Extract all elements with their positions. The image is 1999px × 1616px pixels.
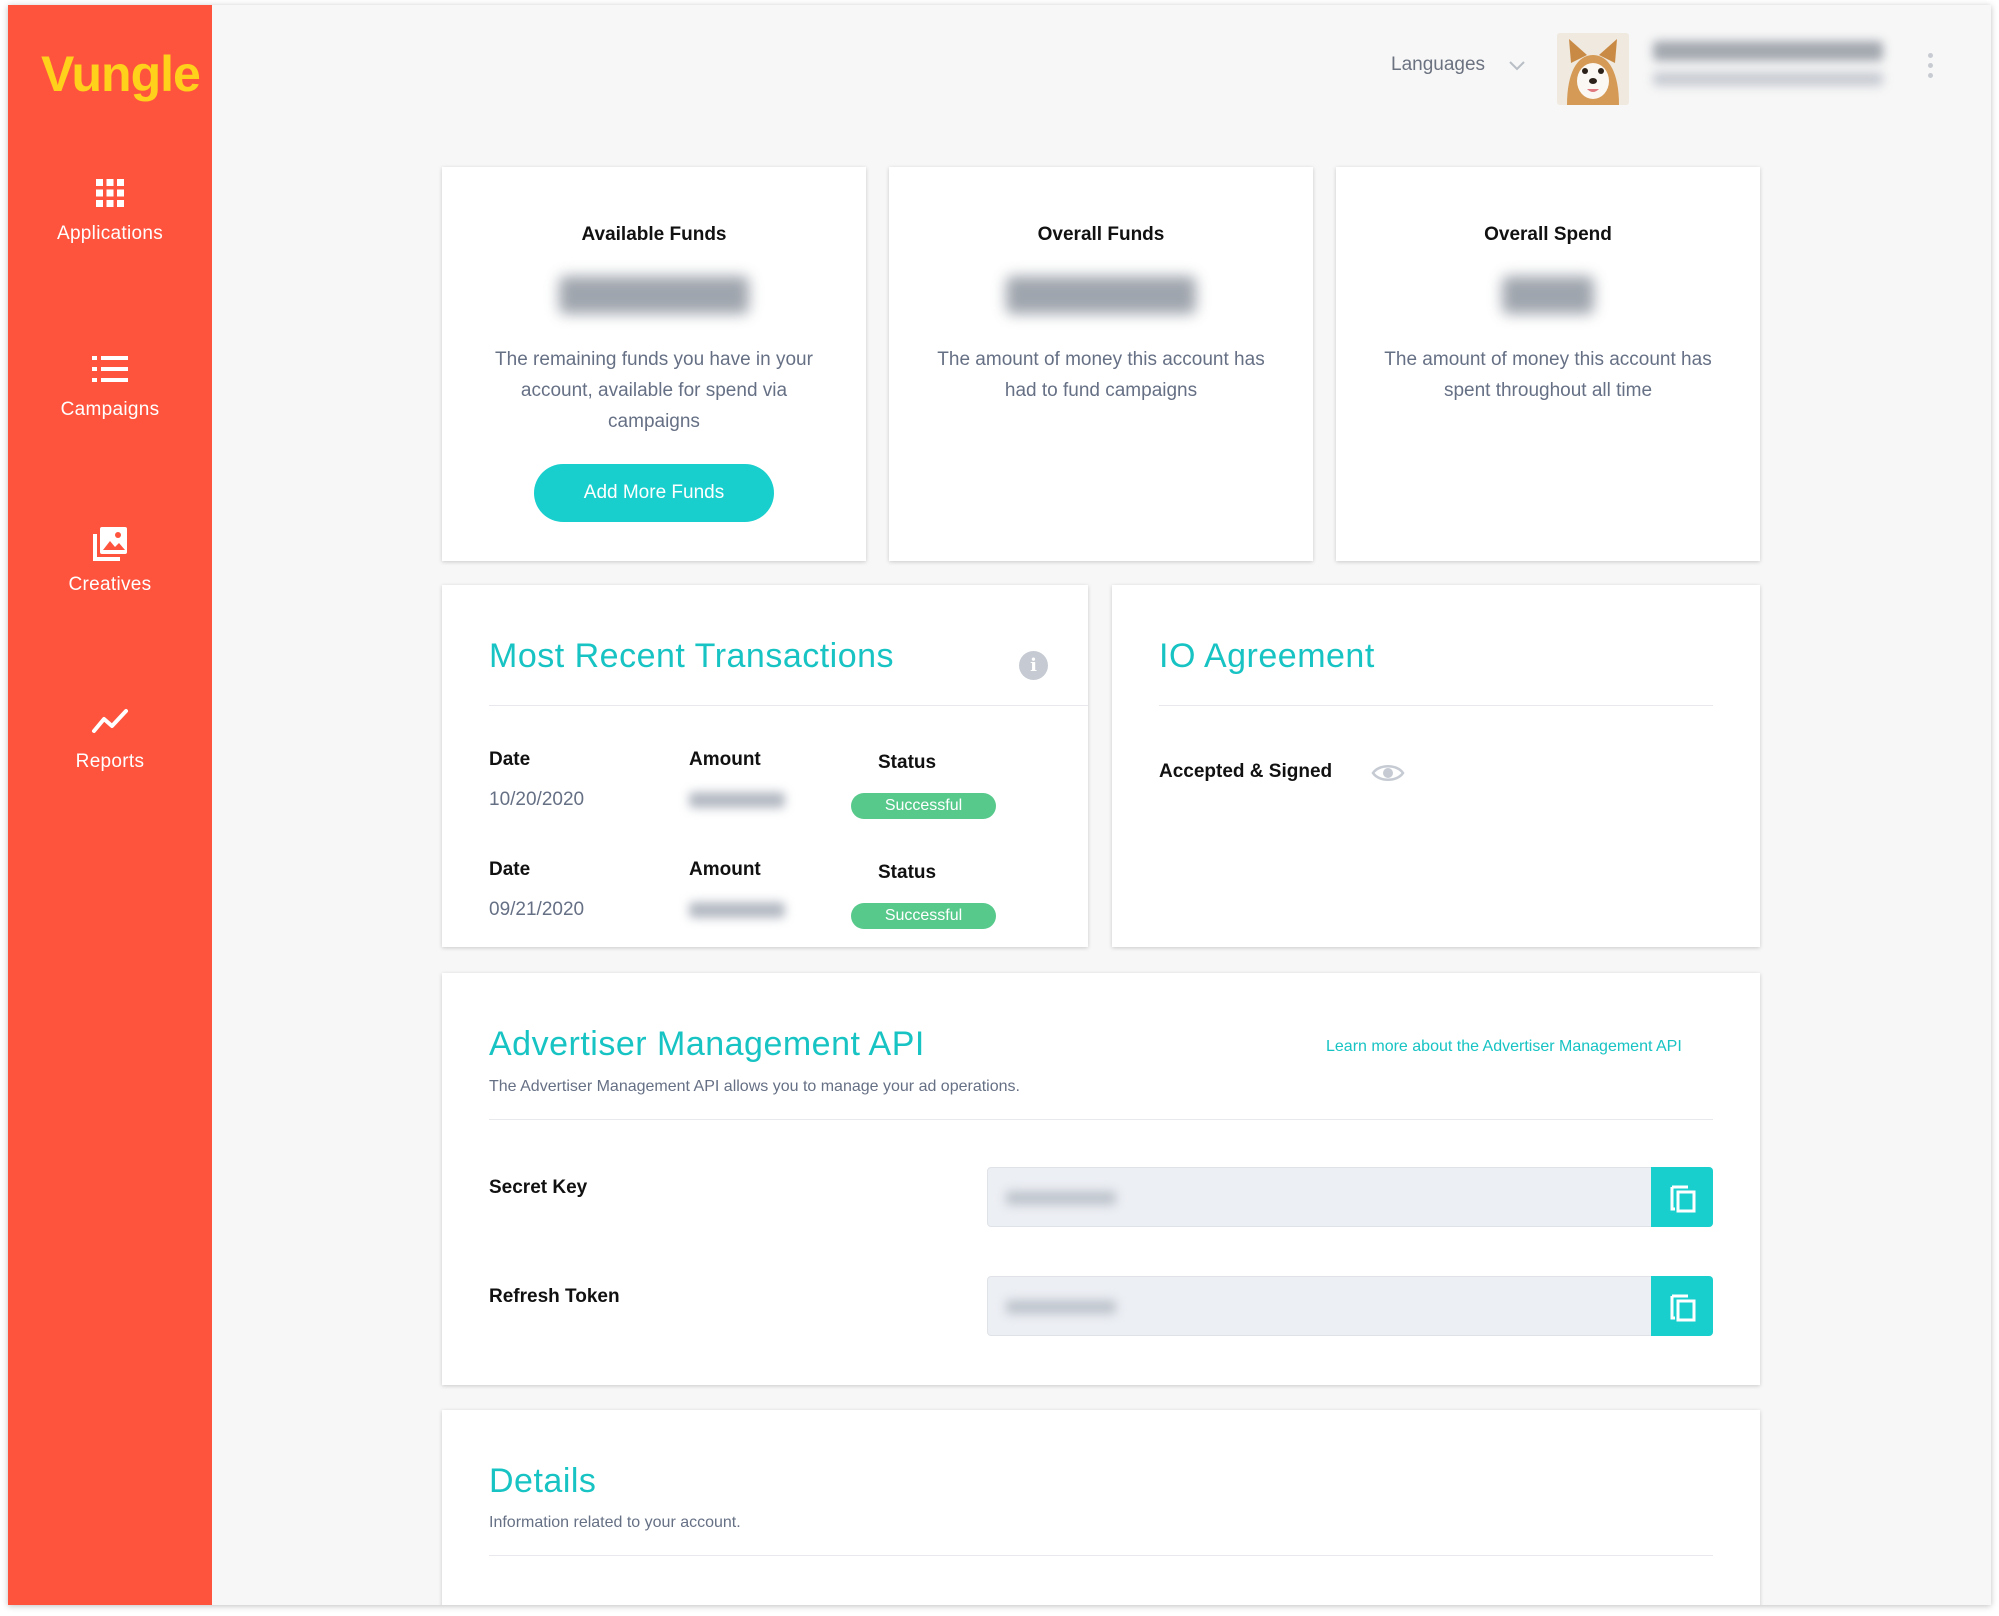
advertiser-api-card: Advertiser Management API The Advertiser… xyxy=(442,973,1760,1385)
details-title: Details xyxy=(489,1462,597,1500)
amount-redacted xyxy=(1502,276,1594,314)
trend-line-icon xyxy=(92,709,128,733)
overall-funds-card: Overall Funds The amount of money this a… xyxy=(889,167,1313,561)
info-icon[interactable]: i xyxy=(1019,651,1048,680)
dog-avatar-icon xyxy=(1557,33,1629,105)
status-header: Status xyxy=(878,862,937,883)
sidebar-item-campaigns[interactable]: Campaigns xyxy=(8,349,212,421)
avatar[interactable] xyxy=(1557,33,1629,105)
learn-more-api-link[interactable]: Learn more about the Advertiser Manageme… xyxy=(1326,1038,1682,1056)
transaction-date: 09/21/2020 xyxy=(489,899,585,920)
chevron-down-icon xyxy=(1509,61,1526,71)
api-title: Advertiser Management API xyxy=(489,1025,925,1063)
sidebar-item-applications[interactable]: Applications xyxy=(8,173,212,245)
image-stack-icon xyxy=(93,527,127,561)
sidebar-item-label: Applications xyxy=(56,223,164,244)
status-badge: Successful xyxy=(851,793,996,819)
status-header: Status xyxy=(878,752,937,773)
grid-icon xyxy=(96,179,124,207)
user-email-redacted xyxy=(1653,72,1883,86)
copy-refresh-token-button[interactable] xyxy=(1651,1276,1713,1336)
divider xyxy=(489,1119,1713,1120)
amount-redacted xyxy=(559,276,749,314)
agreement-status: Accepted & Signed xyxy=(1159,761,1333,782)
card-title: Overall Spend xyxy=(1484,224,1612,245)
sidebar-item-label: Reports xyxy=(75,751,145,772)
details-card: Details Information related to your acco… xyxy=(442,1410,1760,1605)
date-header: Date xyxy=(489,749,531,770)
api-subtitle: The Advertiser Management API allows you… xyxy=(489,1078,1020,1095)
io-agreement-title: IO Agreement xyxy=(1159,637,1375,675)
vungle-logo[interactable]: Vungle xyxy=(41,45,201,103)
languages-label: Languages xyxy=(1391,54,1486,75)
card-title: Overall Funds xyxy=(1037,224,1165,245)
amount-redacted xyxy=(1006,276,1196,314)
date-header: Date xyxy=(489,859,531,880)
sidebar-item-creatives[interactable]: Creatives xyxy=(8,524,212,596)
secret-key-label: Secret Key xyxy=(489,1177,588,1198)
sidebar: Vungle Applications Campaigns Creatives … xyxy=(8,5,212,1605)
transactions-card: Most Recent Transactions Date Amount Sta… xyxy=(442,585,1088,947)
amount-header: Amount xyxy=(689,859,761,880)
divider xyxy=(1159,705,1713,706)
eye-icon[interactable] xyxy=(1371,761,1405,785)
divider xyxy=(489,1555,1713,1556)
copy-icon xyxy=(1670,1294,1696,1322)
io-agreement-card: IO Agreement Accepted & Signed xyxy=(1112,585,1760,947)
app-window: Vungle Applications Campaigns Creatives … xyxy=(8,5,1991,1605)
refresh-token-field[interactable] xyxy=(987,1276,1713,1336)
list-icon xyxy=(92,356,128,382)
user-name-redacted xyxy=(1653,41,1883,61)
overall-spend-card: Overall Spend The amount of money this a… xyxy=(1336,167,1760,561)
more-menu-icon[interactable] xyxy=(1924,53,1936,81)
sidebar-item-reports[interactable]: Reports xyxy=(8,701,212,773)
refresh-token-label: Refresh Token xyxy=(489,1286,620,1307)
add-more-funds-button[interactable]: Add More Funds xyxy=(534,464,774,522)
available-funds-card: Available Funds The remaining funds you … xyxy=(442,167,866,561)
copy-secret-key-button[interactable] xyxy=(1651,1167,1713,1227)
amount-header: Amount xyxy=(689,749,761,770)
card-description: The amount of money this account has had… xyxy=(937,349,1265,401)
card-title: Available Funds xyxy=(581,224,727,245)
transaction-amount-redacted xyxy=(689,792,785,808)
transaction-date: 10/20/2020 xyxy=(489,789,585,810)
status-badge: Successful xyxy=(851,903,996,929)
copy-icon xyxy=(1670,1185,1696,1213)
sidebar-item-label: Campaigns xyxy=(60,399,160,420)
divider xyxy=(489,705,1088,706)
refresh-token-redacted xyxy=(1006,1300,1116,1314)
languages-dropdown[interactable]: Languages xyxy=(1391,54,1526,76)
sidebar-item-label: Creatives xyxy=(68,574,152,595)
details-subtitle: Information related to your account. xyxy=(489,1514,741,1531)
transaction-amount-redacted xyxy=(689,902,785,918)
card-description: The amount of money this account has spe… xyxy=(1384,349,1712,401)
secret-key-redacted xyxy=(1006,1191,1116,1205)
transactions-title: Most Recent Transactions xyxy=(489,637,895,675)
card-description: The remaining funds you have in your acc… xyxy=(495,349,813,432)
secret-key-field[interactable] xyxy=(987,1167,1713,1227)
